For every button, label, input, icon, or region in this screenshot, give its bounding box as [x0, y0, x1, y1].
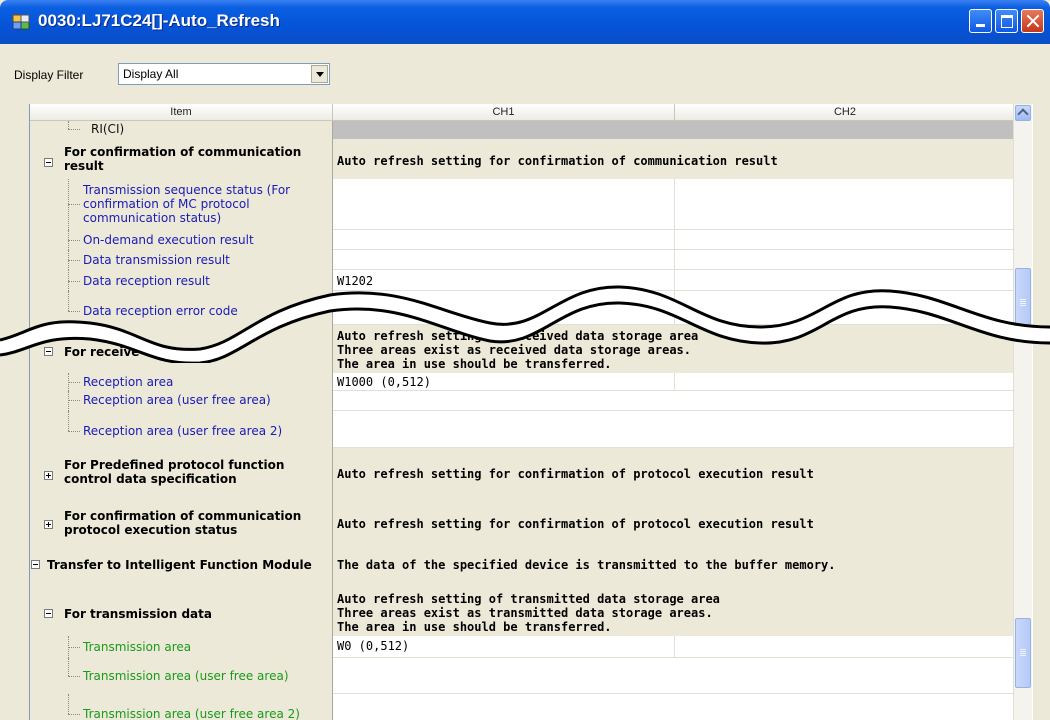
break-wave-divider	[0, 285, 1050, 363]
cell-ch1[interactable]	[333, 250, 675, 270]
column-header-ch2[interactable]: CH2	[675, 104, 1016, 121]
cell-ch2[interactable]	[675, 373, 1016, 391]
row-label-ri-ci: RI(CI)	[91, 122, 125, 136]
column-header-item[interactable]: Item	[30, 104, 333, 121]
table-row[interactable]: Transmission area (user free area)	[30, 658, 1016, 694]
cell-ch1[interactable]	[333, 411, 1016, 448]
scroll-up-icon[interactable]	[1015, 105, 1031, 121]
cell-ch1[interactable]	[333, 694, 1016, 720]
table-row[interactable]: For Predefined protocol function control…	[30, 448, 1016, 493]
auto-refresh-window: 0030:LJ71C24[]-Auto_Refresh Display Filt…	[0, 0, 1050, 720]
cell-ch2[interactable]	[675, 230, 1016, 250]
column-header-ch1[interactable]: CH1	[333, 104, 675, 121]
expand-icon[interactable]	[44, 471, 53, 480]
display-filter-label: Display Filter	[14, 68, 84, 82]
collapse-icon[interactable]	[31, 560, 40, 569]
collapse-icon[interactable]	[44, 158, 53, 167]
cell-ch1[interactable]	[333, 179, 675, 230]
table-row[interactable]: Transmission area W0 (0,512)	[30, 636, 1016, 658]
table-row[interactable]: Reception area (user free area 2)	[30, 411, 1016, 448]
display-filter-select[interactable]: Display All	[118, 63, 330, 85]
scrollbar-thumb[interactable]	[1015, 618, 1031, 688]
expand-icon[interactable]	[44, 520, 53, 529]
table-row[interactable]: On-demand execution result	[30, 230, 1016, 250]
window-title: 0030:LJ71C24[]-Auto_Refresh	[38, 11, 280, 30]
title-bar[interactable]: 0030:LJ71C24[]-Auto_Refresh	[0, 0, 1050, 44]
app-icon	[12, 14, 30, 30]
cell-ch1[interactable]	[333, 658, 1016, 694]
cell-ch2[interactable]	[675, 636, 1016, 658]
maximize-icon[interactable]	[995, 9, 1018, 33]
table-row[interactable]: Reception area W1000 (0,512)	[30, 373, 1016, 391]
cell-ch1[interactable]: W1000 (0,512)	[333, 373, 675, 391]
collapse-icon[interactable]	[44, 609, 53, 618]
display-filter-value: Display All	[123, 67, 179, 81]
table-row[interactable]: For transmission data Auto refresh setti…	[30, 581, 1016, 636]
cell-ch2[interactable]	[675, 250, 1016, 270]
table-row[interactable]: Data transmission result	[30, 250, 1016, 270]
table-row[interactable]: Transfer to Intelligent Function Module …	[30, 547, 1016, 581]
table-row[interactable]: Transmission area (user free area 2)	[30, 694, 1016, 720]
cell-ch2[interactable]	[675, 179, 1016, 230]
table-row[interactable]: Transmission sequence status (For confir…	[30, 179, 1016, 230]
minimize-icon[interactable]	[969, 9, 992, 33]
cell-ch1[interactable]	[333, 391, 1016, 411]
table-row[interactable]: Reception area (user free area)	[30, 391, 1016, 411]
vertical-scrollbar[interactable]	[1013, 104, 1032, 720]
auto-refresh-grid: Item CH1 CH2 RI(CI) For confirmation of …	[29, 104, 1033, 720]
close-icon[interactable]	[1021, 9, 1044, 33]
table-row[interactable]: For confirmation of communication protoc…	[30, 493, 1016, 547]
chevron-down-icon[interactable]	[311, 65, 328, 83]
table-row[interactable]: RI(CI)	[30, 121, 1016, 139]
cell-ch1[interactable]	[333, 230, 675, 250]
table-row[interactable]: For confirmation of communication result…	[30, 139, 1016, 179]
cell-ch1[interactable]: W0 (0,512)	[333, 636, 675, 658]
